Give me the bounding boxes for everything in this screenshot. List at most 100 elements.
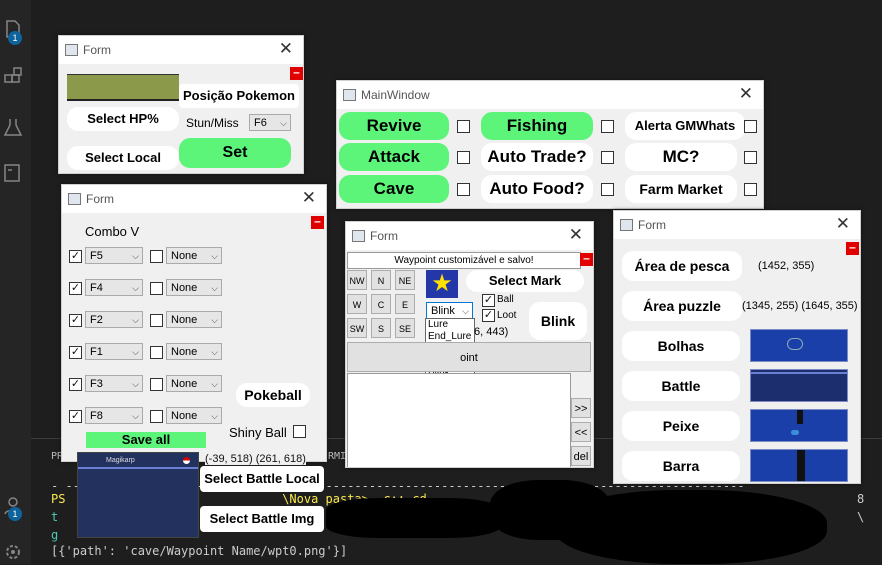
close-icon[interactable]: ✕: [739, 84, 753, 104]
close-icon[interactable]: ✕: [279, 39, 293, 59]
direction-button-sw[interactable]: SW: [347, 318, 367, 338]
stun-miss-combo[interactable]: F6 ⌵: [249, 114, 291, 131]
settings-gear-icon[interactable]: [2, 541, 24, 563]
combo-key-select[interactable]: F1 ⌵: [85, 343, 143, 360]
combo-secondary-select[interactable]: None ⌵: [166, 375, 222, 392]
set-button[interactable]: Set: [179, 138, 291, 168]
combo-secondary-select[interactable]: None ⌵: [166, 407, 222, 424]
cave-checkbox[interactable]: [457, 183, 470, 196]
combo-key-select[interactable]: F4 ⌵: [85, 279, 143, 296]
combo-key-select[interactable]: F3 ⌵: [85, 375, 143, 392]
revive-button[interactable]: Revive: [339, 112, 449, 140]
combo-secondary-select[interactable]: None ⌵: [166, 279, 222, 296]
extensions-icon[interactable]: [2, 66, 24, 88]
auto-trade-checkbox[interactable]: [601, 151, 614, 164]
titlebar[interactable]: Form ✕: [614, 211, 860, 239]
combo-enable-checkbox[interactable]: ✓: [69, 314, 82, 327]
posicao-pokemon-button[interactable]: Posição Pokemon: [179, 84, 299, 108]
close-icon[interactable]: ✕: [836, 214, 850, 234]
select-local-button[interactable]: Select Local: [67, 146, 179, 170]
titlebar[interactable]: Form ✕: [59, 36, 303, 64]
combo-secondary-select[interactable]: None ⌵: [166, 247, 222, 264]
attack-button[interactable]: Attack: [339, 143, 449, 171]
direction-button-n[interactable]: N: [371, 270, 391, 290]
ball-checkbox[interactable]: ✓: [482, 294, 495, 307]
chevron-down-icon: ⌵: [132, 283, 139, 293]
add-waypoint-button[interactable]: oint: [347, 342, 591, 372]
battle-button[interactable]: Battle: [622, 371, 740, 401]
direction-button-se[interactable]: SE: [395, 318, 415, 338]
red-close-button[interactable]: –: [311, 215, 324, 229]
select-battle-local-button[interactable]: Select Battle Local: [200, 466, 324, 492]
farm-market-checkbox[interactable]: [744, 183, 757, 196]
farm-market-button[interactable]: Farm Market: [625, 175, 737, 203]
save-all-button[interactable]: Save all: [86, 432, 206, 448]
attack-checkbox[interactable]: [457, 151, 470, 164]
auto-trade-button[interactable]: Auto Trade?: [481, 143, 593, 171]
direction-button-e[interactable]: E: [395, 294, 415, 314]
dropdown-option[interactable]: Lure: [426, 319, 474, 331]
remote-explorer-icon[interactable]: [2, 162, 24, 184]
alerta-gmwhats-button[interactable]: Alerta GMWhats: [625, 112, 745, 140]
combo-enable-checkbox[interactable]: ✓: [69, 410, 82, 423]
combo-enable-checkbox[interactable]: ✓: [69, 346, 82, 359]
window-title: Form: [86, 192, 114, 206]
direction-button-c[interactable]: C: [371, 294, 391, 314]
select-mark-button[interactable]: Select Mark: [466, 270, 584, 292]
blink-button[interactable]: Blink: [529, 302, 587, 340]
action-combo[interactable]: Blink ⌵: [426, 302, 473, 319]
combo-enable-checkbox[interactable]: ✓: [69, 378, 82, 391]
select-battle-img-button[interactable]: Select Battle Img: [200, 506, 324, 532]
next-button[interactable]: >>: [571, 398, 591, 418]
combo-secondary-checkbox[interactable]: [150, 410, 163, 423]
bolhas-button[interactable]: Bolhas: [622, 331, 740, 361]
shiny-ball-checkbox[interactable]: [293, 425, 306, 438]
red-close-button[interactable]: –: [846, 241, 859, 255]
direction-button-s[interactable]: S: [371, 318, 391, 338]
waypoint-list[interactable]: [347, 373, 571, 467]
area-puzzle-button[interactable]: Área puzzle: [622, 291, 742, 321]
titlebar[interactable]: Form ✕: [346, 222, 593, 250]
testing-icon[interactable]: [2, 116, 24, 138]
direction-button-nw[interactable]: NW: [347, 270, 367, 290]
red-close-button[interactable]: –: [290, 66, 303, 80]
prev-button[interactable]: <<: [571, 422, 591, 442]
combo-secondary-checkbox[interactable]: [150, 282, 163, 295]
fishing-button[interactable]: Fishing: [481, 112, 593, 140]
combo-key-select[interactable]: F5 ⌵: [85, 247, 143, 264]
delete-button[interactable]: del: [571, 446, 591, 466]
combo-secondary-checkbox[interactable]: [150, 346, 163, 359]
close-icon[interactable]: ✕: [569, 225, 583, 245]
mc-button[interactable]: MC?: [625, 143, 737, 171]
alerta-checkbox[interactable]: [744, 120, 757, 133]
combo-secondary-select[interactable]: None ⌵: [166, 343, 222, 360]
combo-key-select[interactable]: F2 ⌵: [85, 311, 143, 328]
combo-secondary-checkbox[interactable]: [150, 378, 163, 391]
area-pesca-button[interactable]: Área de pesca: [622, 251, 742, 281]
combo-secondary-select[interactable]: None ⌵: [166, 311, 222, 328]
combo-enable-checkbox[interactable]: ✓: [69, 250, 82, 263]
combo-enable-checkbox[interactable]: ✓: [69, 282, 82, 295]
combo-key-select[interactable]: F8 ⌵: [85, 407, 143, 424]
cave-button[interactable]: Cave: [339, 175, 449, 203]
titlebar[interactable]: Form ✕: [62, 185, 326, 213]
direction-button-w[interactable]: W: [347, 294, 367, 314]
close-icon[interactable]: ✕: [302, 188, 316, 208]
window-title: Form: [370, 229, 398, 243]
select-hp-button[interactable]: Select HP%: [67, 107, 179, 131]
peixe-button[interactable]: Peixe: [622, 411, 740, 441]
combo-secondary-checkbox[interactable]: [150, 250, 163, 263]
loot-checkbox[interactable]: ✓: [482, 309, 495, 322]
red-close-button[interactable]: –: [580, 252, 593, 266]
fishing-checkbox[interactable]: [601, 120, 614, 133]
pokeball-button[interactable]: Pokeball: [236, 383, 310, 407]
revive-checkbox[interactable]: [457, 120, 470, 133]
waypoint-name-field[interactable]: Waypoint customizável e salvo!: [347, 252, 581, 269]
auto-food-button[interactable]: Auto Food?: [481, 175, 593, 203]
direction-button-ne[interactable]: NE: [395, 270, 415, 290]
titlebar[interactable]: MainWindow ✕: [337, 81, 763, 109]
auto-food-checkbox[interactable]: [601, 183, 614, 196]
barra-button[interactable]: Barra: [622, 451, 740, 481]
mc-checkbox[interactable]: [744, 151, 757, 164]
combo-secondary-checkbox[interactable]: [150, 314, 163, 327]
